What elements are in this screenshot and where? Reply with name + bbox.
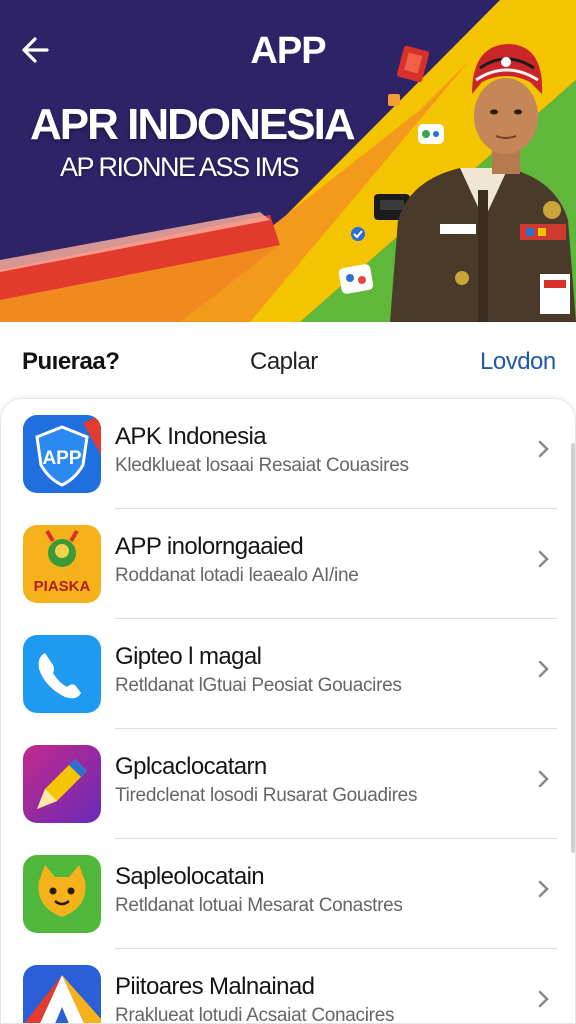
pencil-icon (23, 745, 101, 823)
app-title: Gipteo l magal (115, 643, 262, 670)
toy-block-icon (338, 264, 374, 294)
piaska-badge-icon: PIASKA (23, 525, 101, 603)
app-title: APK Indonesia (115, 423, 267, 450)
hero-subheading: AP RIONNE ASS IMS (60, 152, 300, 182)
chevron-right-icon (538, 880, 549, 898)
chevron-right-icon (538, 440, 549, 458)
page-title: APP (250, 30, 326, 72)
list-item[interactable]: PIASKA APP inolorngaaied Roddanat lotadi… (1, 509, 575, 619)
app-title: Piitoares Malnainad (115, 973, 315, 1000)
triangle-logo-icon (23, 965, 101, 1023)
phone-icon (23, 635, 101, 713)
app-description: Rraklueat lotudi Acsaiat Conacires (115, 1005, 395, 1024)
tab-popular[interactable]: Puıeraa? (22, 348, 120, 376)
tab-lovdon[interactable]: Lovdon (480, 348, 556, 376)
app-title: Gplcaclocatarn (115, 753, 267, 780)
app-list: APP APK Indonesia Kledklueat losaai Resa… (0, 398, 576, 1024)
app-description: Retldanat lotuai Mesarat Conastres (115, 895, 403, 916)
hero-heading: APR INDONESIA (30, 100, 356, 149)
app-description: Roddanat lotadi leaealo AI/ine (115, 565, 359, 586)
cat-face-icon (23, 855, 101, 933)
chevron-right-icon (538, 550, 549, 568)
list-item[interactable]: Piitoares Malnainad Rraklueat lotudi Acs… (1, 949, 575, 1024)
chevron-right-icon (538, 990, 549, 1008)
list-item[interactable]: Gipteo l magal Retldanat lGtuai Peosiat … (1, 619, 575, 729)
list-item[interactable]: Sapleolocatain Retldanat lotuai Mesarat … (1, 839, 575, 949)
app-description: Tiredclenat losodi Rusarat Gouadires (115, 785, 418, 806)
check-bubble-icon (351, 227, 365, 241)
hero-banner: APP APR INDONESIA AP RIONNE ASS IMS (0, 0, 576, 322)
svg-text:APP: APP (42, 448, 81, 469)
list-item[interactable]: APP APK Indonesia Kledklueat losaai Resa… (1, 399, 575, 509)
app-title: APP inolorngaaied (115, 533, 304, 560)
app-description: Retldanat lGtuai Peosiat Gouacires (115, 675, 402, 696)
app-shield-icon: APP (23, 415, 101, 493)
scrollbar[interactable] (571, 443, 575, 853)
chevron-right-icon (538, 660, 549, 678)
app-title: Sapleolocatain (115, 863, 265, 890)
chevron-right-icon (538, 770, 549, 788)
list-item[interactable]: Gplcaclocatarn Tiredclenat losodi Rusara… (1, 729, 575, 839)
category-tabs: Puıeraa? Caplar Lovdon (0, 322, 576, 400)
app-description: Kledklueat losaai Resaiat Couasires (115, 455, 409, 476)
svg-text:PIASKA: PIASKA (34, 578, 91, 595)
tab-caplar[interactable]: Caplar (250, 348, 318, 376)
